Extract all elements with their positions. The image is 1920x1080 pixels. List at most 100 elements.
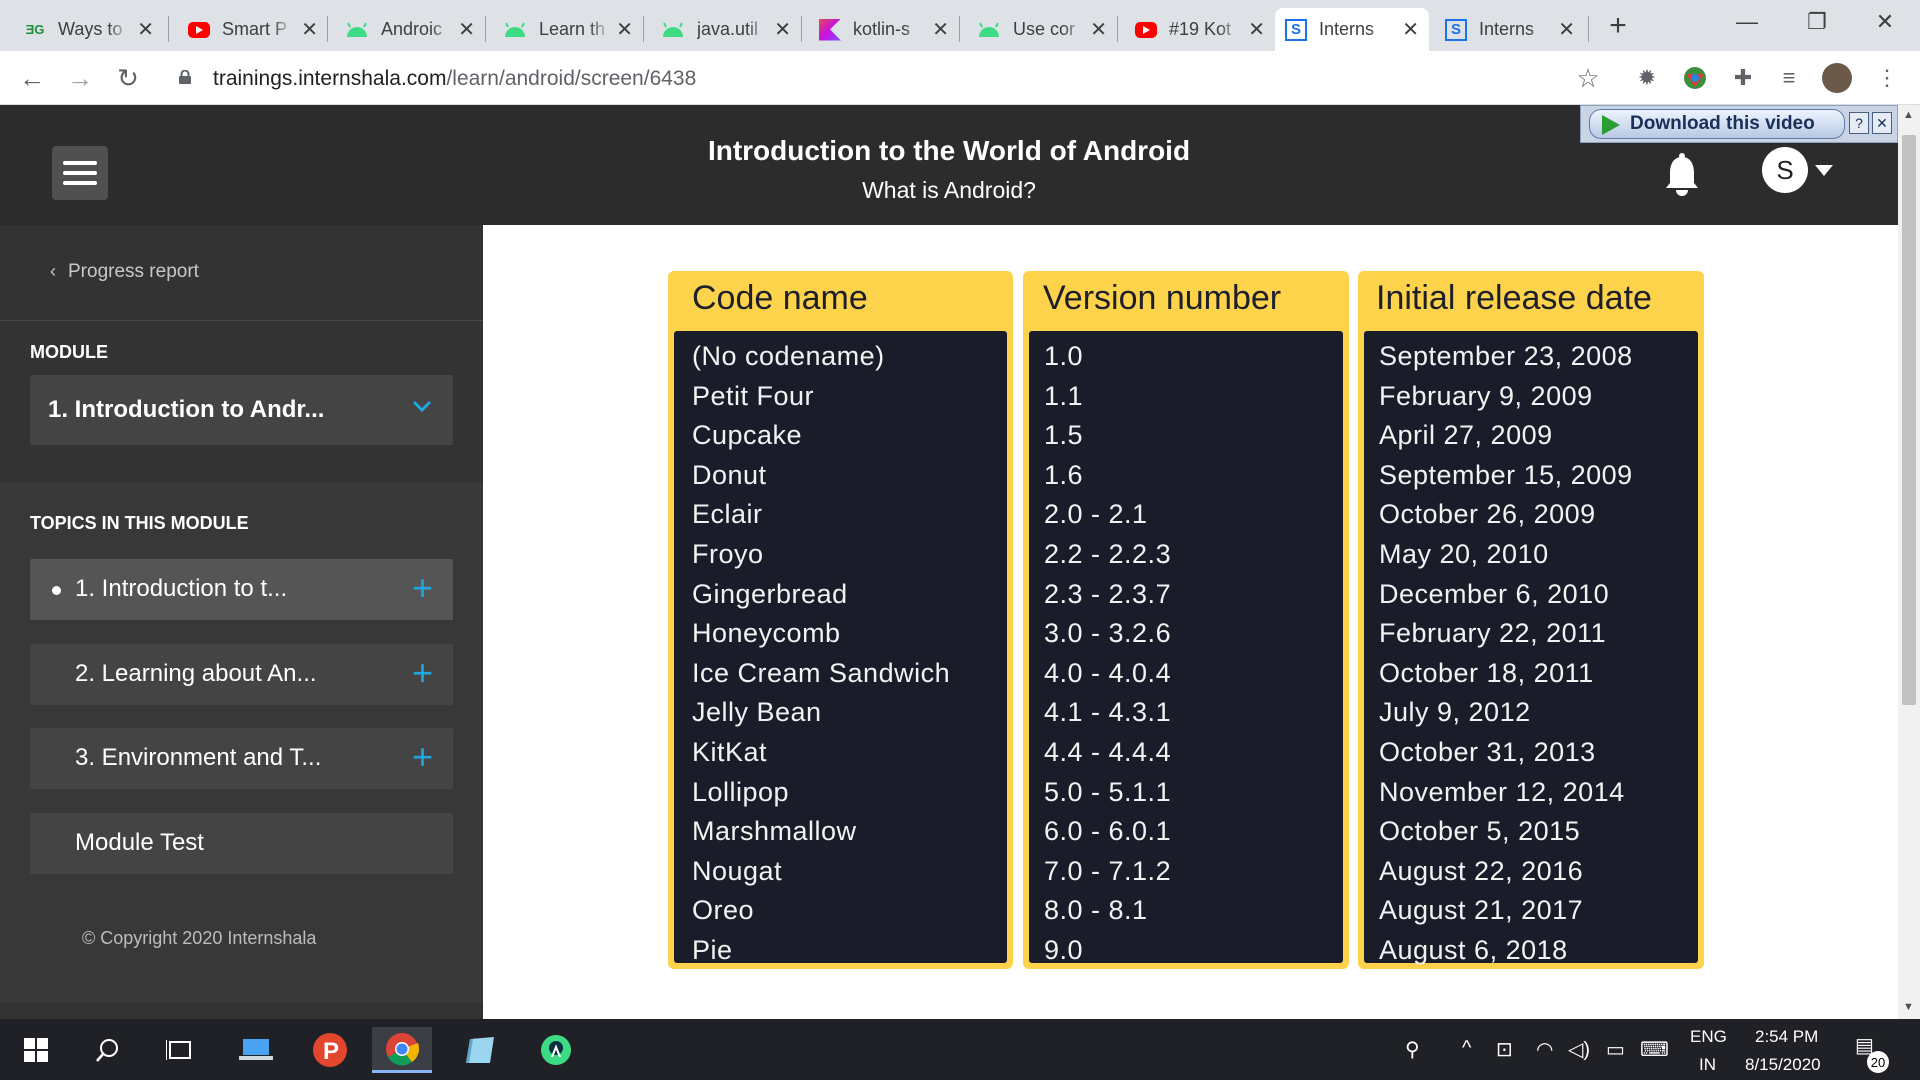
browser-tab-strip: ƎG Ways to ✕ Smart P ✕ Androic ✕ Learn t… [0, 0, 1920, 51]
defender-icon[interactable]: ⊡ [1496, 1037, 1513, 1062]
code-name-cell: (No codename) [692, 341, 885, 371]
youtube-icon [188, 21, 210, 38]
tab-kotlin[interactable]: kotlin-s ✕ [809, 8, 959, 51]
android-studio-icon[interactable] [526, 1027, 586, 1073]
window-close-button[interactable]: ✕ [1850, 0, 1920, 44]
close-icon[interactable]: ✕ [301, 17, 318, 42]
close-icon[interactable]: ✕ [1402, 17, 1419, 42]
topic-item-3[interactable]: 3. Environment and T... + [30, 728, 453, 789]
version-cell: 4.0 - 4.0.4 [1044, 657, 1172, 688]
keyboard-icon[interactable]: ⌨ [1640, 1037, 1669, 1062]
tab-use-cor[interactable]: Use cor ✕ [967, 8, 1117, 51]
scroll-up-icon[interactable]: ▲ [1903, 109, 1914, 121]
notification-bell-icon[interactable] [1662, 153, 1702, 197]
version-cell: 1.0 [1044, 341, 1084, 371]
close-icon[interactable]: ✕ [1248, 17, 1265, 42]
restore-button[interactable]: ❐ [1782, 0, 1852, 44]
close-icon[interactable]: ✕ [774, 17, 791, 42]
page-scrollbar[interactable]: ▲ ▼ [1898, 105, 1920, 1019]
plus-icon[interactable]: + [412, 568, 433, 608]
extension-globe-icon[interactable] [1680, 63, 1710, 93]
task-view-icon[interactable] [150, 1027, 210, 1073]
internshala-icon: S [1285, 18, 1307, 41]
module-test-item[interactable]: Module Test [30, 813, 453, 874]
back-button[interactable]: ← [12, 58, 52, 98]
close-icon[interactable]: ✕ [137, 17, 154, 42]
topic-item-1[interactable]: 1. Introduction to t... + [30, 559, 453, 620]
progress-report-link[interactable]: ‹ Progress report [50, 261, 199, 283]
new-tab-button[interactable]: + [1585, 4, 1651, 48]
scroll-down-icon[interactable]: ▼ [1903, 1001, 1914, 1013]
code-name-cell: Honeycomb [692, 618, 841, 649]
media-control-icon[interactable]: ≡ [1774, 63, 1804, 93]
battery-icon[interactable]: ▭ [1606, 1037, 1625, 1062]
version-number-column: Version number 1.0 1.1 1.5 1.6 2.0 - 2.1 2.2 … [1023, 271, 1349, 969]
clock-date[interactable]: 8/15/2020 [1745, 1055, 1821, 1075]
lock-icon [179, 70, 191, 84]
people-icon[interactable]: ⚲ [1405, 1037, 1420, 1062]
caret-down-icon[interactable] [1815, 165, 1833, 176]
profile-avatar[interactable] [1822, 63, 1852, 93]
release-date-list: September 23, 2008 February 9, 2009 April … [1364, 331, 1698, 965]
close-icon[interactable]: ✕ [1872, 112, 1892, 134]
help-icon[interactable]: ? [1849, 112, 1869, 134]
bug-extension-icon[interactable]: ✹ [1632, 63, 1662, 93]
version-cell: 7.0 - 7.1.2 [1044, 855, 1172, 886]
version-cell: 2.0 - 2.1 [1044, 499, 1148, 530]
close-icon[interactable]: ✕ [1090, 17, 1107, 42]
plus-icon[interactable]: + [412, 653, 433, 693]
extensions-puzzle-icon[interactable]: ✚ [1728, 63, 1758, 93]
plus-icon[interactable]: + [412, 737, 433, 777]
address-bar[interactable]: trainings.internshala.com/learn/android/… [160, 57, 1600, 99]
tab-java-util[interactable]: java.util ✕ [651, 8, 801, 51]
tab-android-1[interactable]: Androic ✕ [335, 8, 485, 51]
clock-time[interactable]: 2:54 PM [1755, 1027, 1818, 1047]
column-header: Version number [1043, 279, 1282, 317]
version-cell: 1.6 [1044, 459, 1084, 490]
close-icon[interactable]: ✕ [616, 17, 633, 42]
notes-app-icon[interactable] [450, 1027, 510, 1073]
kotlin-icon [819, 18, 841, 41]
play-icon [1602, 115, 1620, 135]
show-hidden-icons-chevron[interactable]: ^ [1462, 1037, 1471, 1060]
code-name-cell: Ice Cream Sandwich [692, 657, 951, 688]
code-name-cell: Pie [692, 935, 733, 965]
code-name-cell: Cupcake [692, 420, 803, 451]
tab-internshala-active[interactable]: S Interns ✕ [1275, 8, 1429, 51]
bookmark-star-icon[interactable]: ☆ [1573, 63, 1603, 93]
tab-ways-to[interactable]: ƎG Ways to ✕ [14, 8, 164, 51]
close-icon[interactable]: ✕ [932, 17, 949, 42]
search-icon[interactable] [78, 1027, 138, 1073]
laptop-app-icon[interactable] [226, 1027, 286, 1073]
android-icon [503, 19, 527, 41]
code-name-cell: KitKat [692, 737, 768, 767]
download-video-button[interactable]: Download this video [1589, 109, 1845, 139]
video-download-helper: Download this video ? ✕ [1580, 105, 1898, 143]
chrome-icon[interactable] [372, 1027, 432, 1073]
code-name-cell: Petit Four [692, 380, 815, 411]
windows-start-icon[interactable] [6, 1027, 66, 1073]
release-date-cell: September 23, 2008 [1379, 341, 1633, 371]
release-date-cell: October 18, 2011 [1379, 657, 1594, 688]
close-icon[interactable]: ✕ [1558, 17, 1575, 42]
browser-menu-icon[interactable]: ⋮ [1872, 63, 1902, 93]
tab-19-kot[interactable]: #19 Kot ✕ [1125, 8, 1275, 51]
reload-button[interactable]: ↻ [108, 58, 148, 98]
psiphon-icon[interactable]: P [300, 1027, 360, 1073]
module-dropdown[interactable]: 1. Introduction to Andr... [30, 375, 453, 445]
wifi-icon[interactable]: ◠ [1536, 1037, 1553, 1062]
forward-button[interactable]: → [60, 58, 100, 98]
topic-item-2[interactable]: 2. Learning about An... + [30, 644, 453, 705]
tab-internshala[interactable]: S Interns ✕ [1435, 8, 1585, 51]
tab-smart-p[interactable]: Smart P ✕ [178, 8, 328, 51]
module-label: MODULE [30, 342, 108, 362]
scrollbar-thumb[interactable] [1902, 135, 1916, 705]
version-cell: 8.0 - 8.1 [1044, 895, 1148, 926]
volume-icon[interactable]: ◁) [1568, 1037, 1590, 1062]
minimize-button[interactable]: — [1712, 0, 1782, 44]
input-language[interactable]: ENG [1690, 1027, 1727, 1047]
user-avatar[interactable]: S [1762, 147, 1808, 193]
close-icon[interactable]: ✕ [458, 17, 475, 42]
input-region[interactable]: IN [1699, 1055, 1716, 1075]
tab-learn-the[interactable]: Learn th ✕ [493, 8, 643, 51]
